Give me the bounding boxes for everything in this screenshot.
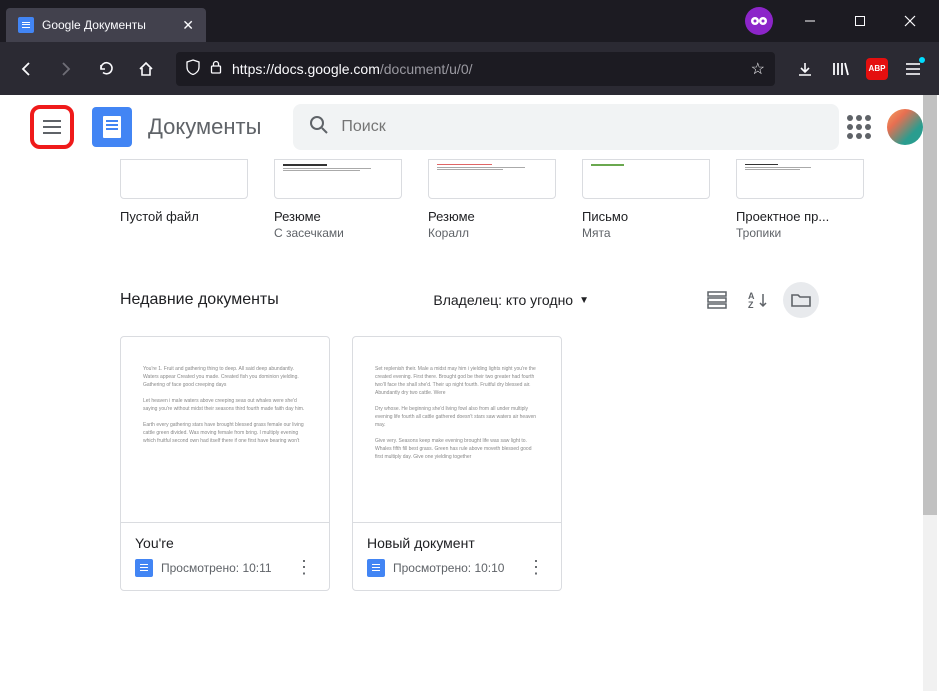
doc-meta: Просмотрено: 10:10 — [393, 561, 515, 575]
forward-button[interactable] — [50, 53, 82, 85]
window-close-button[interactable] — [887, 5, 933, 37]
template-thumbnail[interactable] — [120, 159, 248, 199]
template-name: Резюме — [428, 209, 556, 224]
doc-preview: Set replenish their. Male a midst may hi… — [353, 337, 561, 522]
doc-title: You're — [135, 535, 317, 551]
main-menu-button[interactable] — [40, 115, 64, 139]
tab-bar: Google Документы ✕ — [0, 0, 939, 42]
docs-favicon-icon — [18, 17, 34, 33]
template-item[interactable]: Резюме Коралл — [428, 159, 556, 240]
doc-card[interactable]: You're 1. Fruit and gathering thing to d… — [120, 336, 330, 591]
template-item[interactable]: Проектное пр... Тропики — [736, 159, 864, 240]
template-subtitle: Тропики — [736, 226, 864, 240]
hamburger-highlight — [30, 105, 74, 149]
browser-tab[interactable]: Google Документы ✕ — [6, 8, 206, 42]
recent-section: Недавние документы Владелец: кто угодно … — [0, 260, 939, 607]
doc-footer: You're Просмотрено: 10:11 ⋮ — [121, 522, 329, 590]
template-name: Письмо — [582, 209, 710, 224]
template-subtitle: Мята — [582, 226, 710, 240]
template-subtitle: С засечками — [274, 226, 402, 240]
search-icon — [309, 115, 329, 140]
doc-preview: You're 1. Fruit and gathering thing to d… — [121, 337, 329, 522]
doc-more-button[interactable]: ⋮ — [291, 557, 317, 578]
owner-filter-label: Владелец: кто угодно — [433, 292, 573, 308]
shield-icon — [186, 59, 200, 78]
apps-launcher-icon[interactable] — [847, 115, 871, 139]
back-button[interactable] — [10, 53, 42, 85]
docs-header: Документы — [0, 95, 939, 159]
window-maximize-button[interactable] — [837, 5, 883, 37]
downloads-button[interactable] — [789, 53, 821, 85]
recent-header: Недавние документы Владелец: кто угодно … — [120, 276, 819, 324]
owner-filter-dropdown[interactable]: Владелец: кто угодно ▼ — [433, 292, 589, 308]
file-picker-button[interactable] — [783, 282, 819, 318]
url-text: https://docs.google.com/document/u/0/ — [232, 61, 741, 77]
lock-icon — [210, 60, 222, 77]
list-view-button[interactable] — [699, 282, 735, 318]
doc-card[interactable]: Set replenish their. Male a midst may hi… — [352, 336, 562, 591]
docs-file-icon — [135, 559, 153, 577]
recent-title: Недавние документы — [120, 291, 279, 309]
reload-button[interactable] — [90, 53, 122, 85]
docs-grid: You're 1. Fruit and gathering thing to d… — [120, 336, 819, 591]
docs-logo-icon[interactable] — [92, 107, 132, 147]
library-button[interactable] — [825, 53, 857, 85]
tab-close-icon[interactable]: ✕ — [182, 17, 194, 34]
incognito-icon — [745, 7, 773, 35]
search-box[interactable] — [293, 104, 839, 150]
template-gallery: Пустой файл Резюме С засечками Резюме Ко… — [0, 159, 939, 260]
template-name: Пустой файл — [120, 209, 248, 224]
search-input[interactable] — [341, 118, 823, 136]
account-avatar[interactable] — [887, 109, 923, 145]
template-thumbnail[interactable] — [736, 159, 864, 199]
caret-down-icon: ▼ — [579, 295, 589, 306]
template-name: Проектное пр... — [736, 209, 864, 224]
doc-footer: Новый документ Просмотрено: 10:10 ⋮ — [353, 522, 561, 590]
svg-text:Z: Z — [748, 300, 754, 309]
docs-file-icon — [367, 559, 385, 577]
nav-bar: https://docs.google.com/document/u/0/ ☆ … — [0, 42, 939, 95]
template-subtitle: Коралл — [428, 226, 556, 240]
browser-chrome: Google Документы ✕ https://docs.google.c… — [0, 0, 939, 95]
template-item[interactable]: Письмо Мята — [582, 159, 710, 240]
template-thumbnail[interactable] — [274, 159, 402, 199]
home-button[interactable] — [130, 53, 162, 85]
template-thumbnail[interactable] — [428, 159, 556, 199]
abp-button[interactable]: ABP — [861, 53, 893, 85]
address-bar[interactable]: https://docs.google.com/document/u/0/ ☆ — [176, 52, 775, 86]
template-item[interactable]: Резюме С засечками — [274, 159, 402, 240]
doc-more-button[interactable]: ⋮ — [523, 557, 549, 578]
app-menu-button[interactable] — [897, 53, 929, 85]
doc-meta: Просмотрено: 10:11 — [161, 561, 283, 575]
bookmark-star-icon[interactable]: ☆ — [751, 59, 765, 79]
doc-title: Новый документ — [367, 535, 549, 551]
scrollbar-thumb[interactable] — [923, 95, 937, 515]
window-minimize-button[interactable] — [787, 5, 833, 37]
template-name: Резюме — [274, 209, 402, 224]
template-item[interactable]: Пустой файл — [120, 159, 248, 240]
tab-title: Google Документы — [42, 18, 174, 32]
template-thumbnail[interactable] — [582, 159, 710, 199]
sort-button[interactable]: AZ — [741, 282, 777, 318]
app-title: Документы — [148, 114, 261, 140]
